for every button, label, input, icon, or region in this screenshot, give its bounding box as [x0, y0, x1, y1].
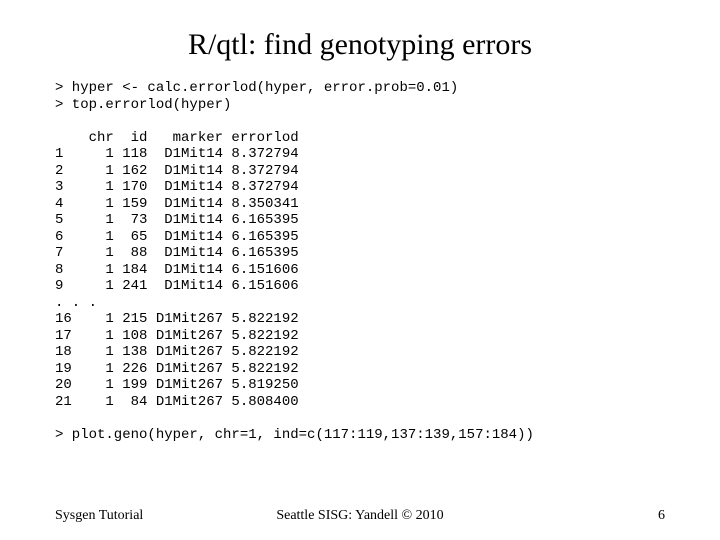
footer-page-number: 6	[658, 508, 665, 524]
slide-footer: Sysgen Tutorial Seattle SISG: Yandell © …	[55, 508, 665, 524]
slide-title: R/qtl: find genotyping errors	[55, 28, 665, 62]
code-block: > hyper <- calc.errorlod(hyper, error.pr…	[55, 80, 665, 443]
footer-left: Sysgen Tutorial	[55, 508, 143, 524]
footer-center: Seattle SISG: Yandell © 2010	[55, 508, 665, 524]
slide: R/qtl: find genotyping errors > hyper <-…	[0, 0, 720, 540]
